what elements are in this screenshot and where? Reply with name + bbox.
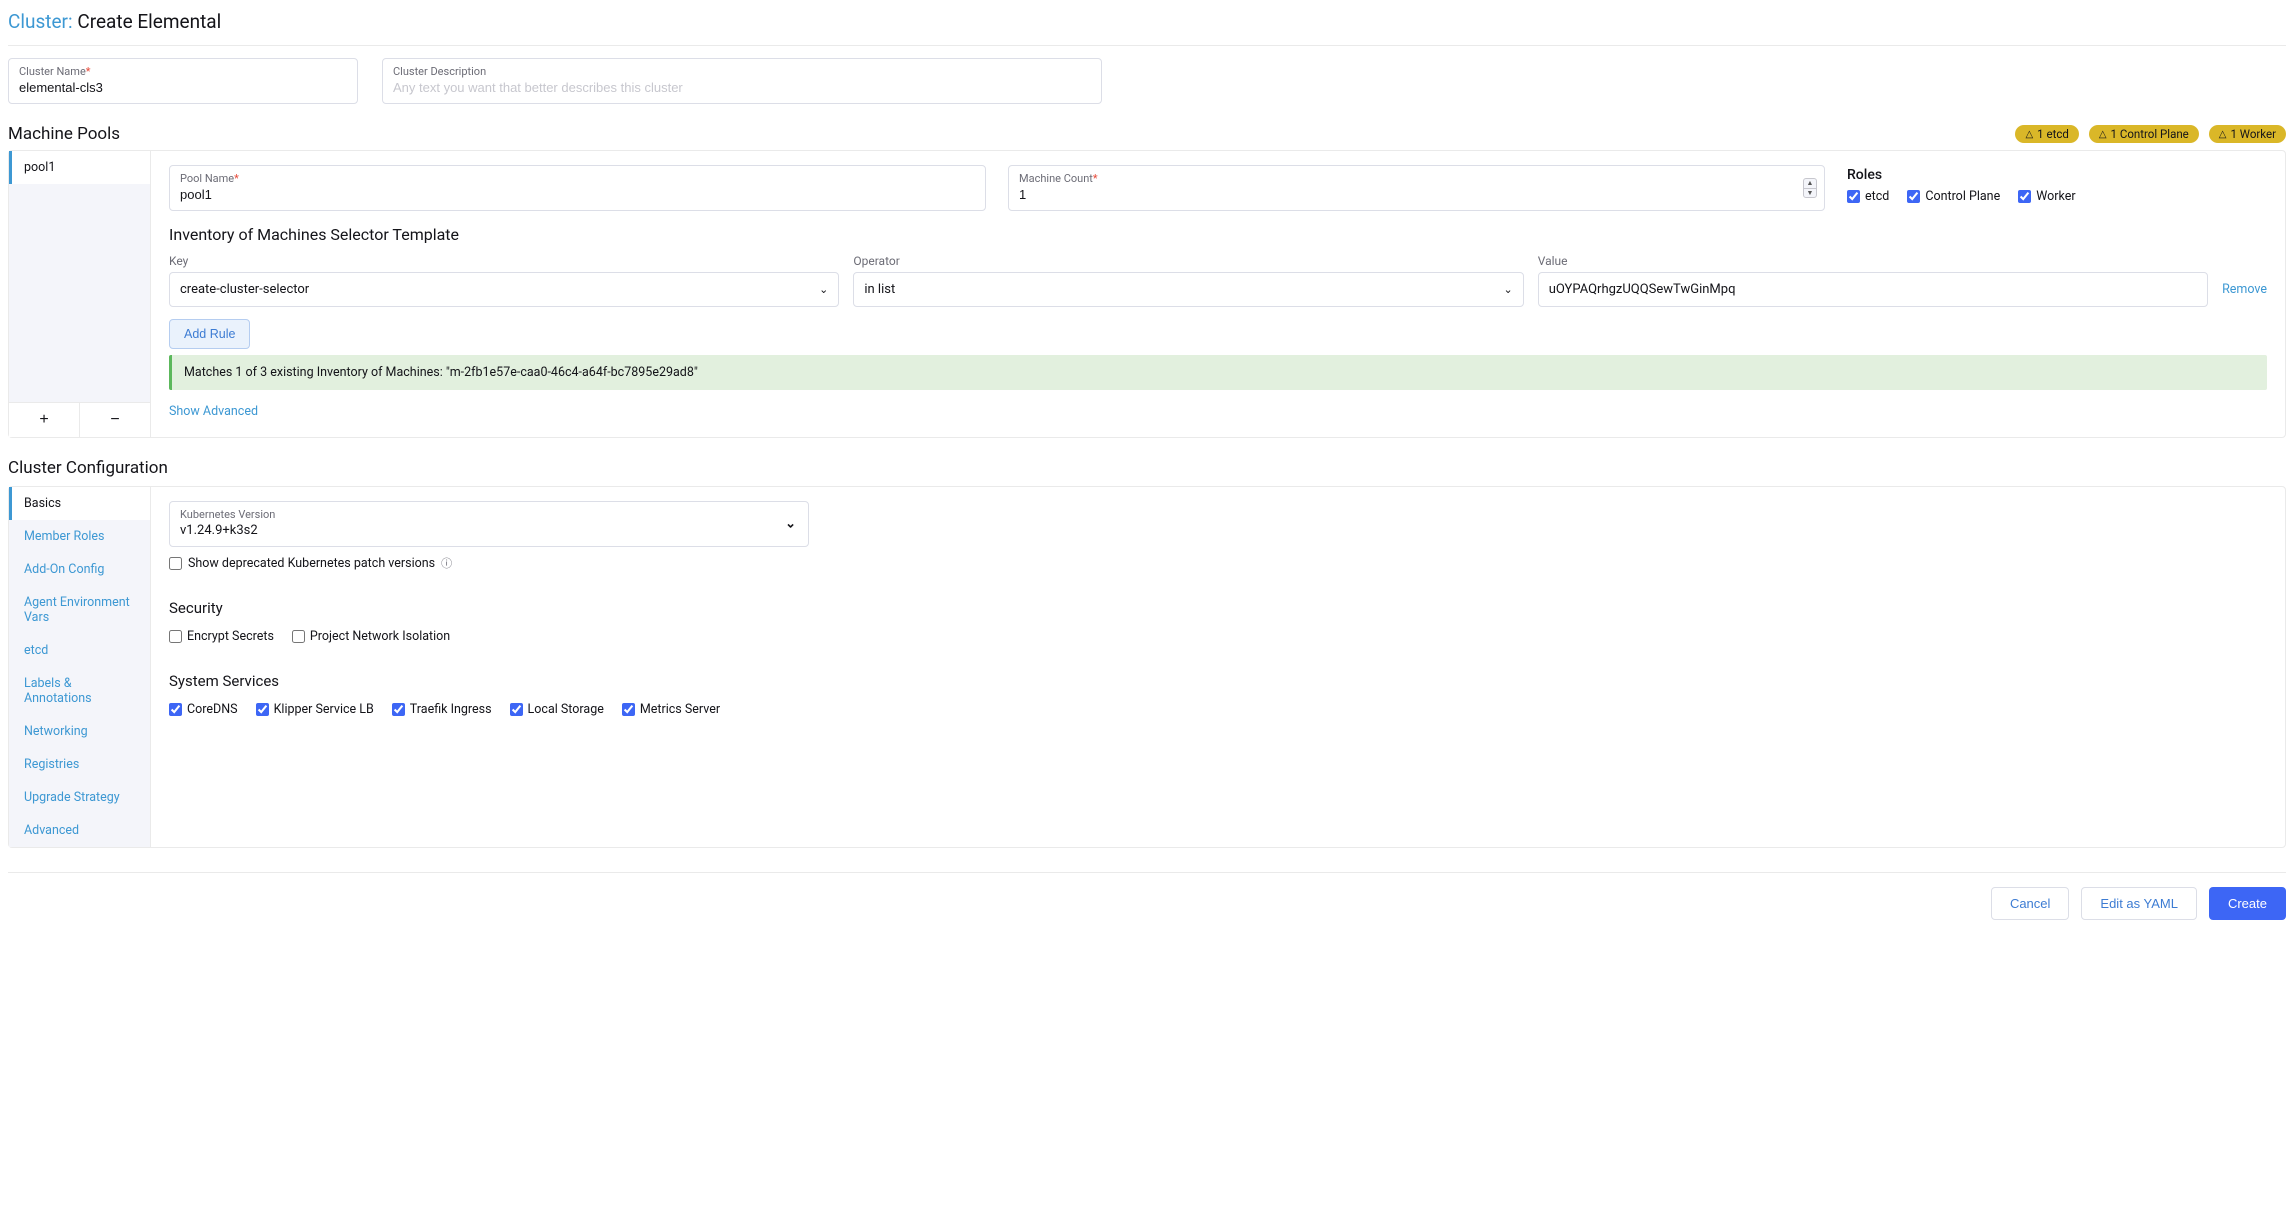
machine-count-input[interactable]: Machine Count* ▲ ▼ <box>1008 165 1825 211</box>
klipper-checkbox[interactable]: Klipper Service LB <box>256 702 374 717</box>
page-title: Cluster: Create Elemental <box>8 10 2286 33</box>
add-rule-button[interactable]: Add Rule <box>169 319 250 349</box>
security-title: Security <box>169 599 2267 617</box>
title-text: Create Elemental <box>77 10 221 33</box>
metrics-checkbox[interactable]: Metrics Server <box>622 702 720 717</box>
info-icon: ⓘ <box>441 555 452 571</box>
k8s-version-value: v1.24.9+k3s2 <box>180 523 778 538</box>
tab-member-roles[interactable]: Member Roles <box>9 520 150 553</box>
config-section: Cluster Configuration Basics Member Role… <box>8 458 2286 848</box>
machine-count-label: Machine Count* <box>1019 172 1814 185</box>
remove-rule-link[interactable]: Remove <box>2222 282 2267 307</box>
tab-advanced[interactable]: Advanced <box>9 814 150 847</box>
coredns-checkbox[interactable]: CoreDNS <box>169 702 238 717</box>
title-prefix: Cluster: <box>8 10 73 33</box>
pool-name-label: Pool Name* <box>180 172 975 185</box>
tab-agent-env[interactable]: Agent Environment Vars <box>9 586 150 634</box>
matches-banner: Matches 1 of 3 existing Inventory of Mac… <box>169 355 2267 390</box>
deprecated-checkbox[interactable]: Show deprecated Kubernetes patch version… <box>169 555 809 571</box>
key-value: create-cluster-selector <box>180 282 309 297</box>
pools-title: Machine Pools <box>8 124 120 144</box>
k8s-version-select[interactable]: Kubernetes Version v1.24.9+k3s2 ⌄ <box>169 501 809 547</box>
pool-tabs: pool1 + − <box>9 151 151 437</box>
config-body: Kubernetes Version v1.24.9+k3s2 ⌄ Show d… <box>151 487 2285 847</box>
tab-labels[interactable]: Labels & Annotations <box>9 667 150 715</box>
badge-etcd: 1 etcd <box>2015 125 2078 143</box>
role-cp-checkbox[interactable]: Control Plane <box>1907 189 2000 204</box>
inventory-title: Inventory of Machines Selector Template <box>169 225 2267 244</box>
chevron-down-icon: ⌄ <box>785 517 796 532</box>
tab-registries[interactable]: Registries <box>9 748 150 781</box>
cluster-name-field[interactable] <box>19 80 347 95</box>
traefik-checkbox[interactable]: Traefik Ingress <box>392 702 492 717</box>
services-block: System Services CoreDNS Klipper Service … <box>169 672 2267 717</box>
edit-yaml-button[interactable]: Edit as YAML <box>2081 887 2197 920</box>
project-isolation-checkbox[interactable]: Project Network Isolation <box>292 629 450 644</box>
cancel-button[interactable]: Cancel <box>1991 887 2069 920</box>
encrypt-secrets-checkbox[interactable]: Encrypt Secrets <box>169 629 274 644</box>
k8s-version-label: Kubernetes Version <box>180 508 778 521</box>
tab-etcd[interactable]: etcd <box>9 634 150 667</box>
create-button[interactable]: Create <box>2209 887 2286 920</box>
pool-badges: 1 etcd 1 Control Plane 1 Worker <box>2015 125 2286 143</box>
page-header: Cluster: Create Elemental <box>8 6 2286 46</box>
badge-control-plane: 1 Control Plane <box>2089 125 2199 143</box>
chevron-down-icon: ⌄ <box>819 283 828 296</box>
pool-name-field[interactable] <box>180 187 975 202</box>
tab-basics[interactable]: Basics <box>9 487 150 520</box>
pool-tab-pool1[interactable]: pool1 <box>9 151 150 184</box>
operator-value: in list <box>864 282 895 297</box>
cluster-name-input[interactable]: Cluster Name* <box>8 58 358 104</box>
config-title: Cluster Configuration <box>8 458 2286 478</box>
pool-name-input[interactable]: Pool Name* <box>169 165 986 211</box>
chevron-down-icon: ⌄ <box>1504 283 1513 296</box>
pools-section-head: Machine Pools 1 etcd 1 Control Plane 1 W… <box>8 124 2286 144</box>
value-input[interactable]: uOYPAQrhgzUQQSewTwGinMpq <box>1538 272 2208 307</box>
cluster-desc-input[interactable]: Cluster Description <box>382 58 1102 104</box>
tab-upgrade[interactable]: Upgrade Strategy <box>9 781 150 814</box>
operator-select[interactable]: in list ⌄ <box>853 272 1523 307</box>
key-label: Key <box>169 254 839 268</box>
security-block: Security Encrypt Secrets Project Network… <box>169 599 2267 644</box>
tab-addon-config[interactable]: Add-On Config <box>9 553 150 586</box>
roles-title: Roles <box>1847 165 2267 183</box>
footer: Cancel Edit as YAML Create <box>8 872 2286 920</box>
cluster-fields: Cluster Name* Cluster Description <box>8 58 2286 104</box>
role-etcd-checkbox[interactable]: etcd <box>1847 189 1889 204</box>
value-label: Value <box>1538 254 2208 268</box>
roles-block: Roles etcd Control Plane Worker <box>1847 165 2267 204</box>
cluster-desc-field[interactable] <box>393 80 1091 95</box>
operator-label: Operator <box>853 254 1523 268</box>
cluster-desc-label: Cluster Description <box>393 65 1091 78</box>
cluster-name-label: Cluster Name* <box>19 65 347 78</box>
pool-body: Pool Name* Machine Count* ▲ ▼ Roles etcd <box>151 151 2285 437</box>
config-tabs: Basics Member Roles Add-On Config Agent … <box>9 487 151 847</box>
selector-row: Key create-cluster-selector ⌄ Operator i… <box>169 254 2267 307</box>
add-pool-button[interactable]: + <box>9 403 80 437</box>
tab-networking[interactable]: Networking <box>9 715 150 748</box>
stepper-down-icon[interactable]: ▼ <box>1804 189 1816 198</box>
config-panel: Basics Member Roles Add-On Config Agent … <box>8 486 2286 848</box>
show-advanced-link[interactable]: Show Advanced <box>169 404 258 419</box>
services-title: System Services <box>169 672 2267 690</box>
pool-tab-actions: + − <box>9 402 150 437</box>
remove-pool-button[interactable]: − <box>80 403 150 437</box>
localstorage-checkbox[interactable]: Local Storage <box>510 702 604 717</box>
machine-count-stepper[interactable]: ▲ ▼ <box>1803 178 1817 198</box>
pools-panel: pool1 + − Pool Name* Machine Count* ▲ ▼ <box>8 150 2286 438</box>
badge-worker: 1 Worker <box>2209 125 2286 143</box>
key-select[interactable]: create-cluster-selector ⌄ <box>169 272 839 307</box>
machine-count-field[interactable] <box>1019 187 1814 202</box>
role-worker-checkbox[interactable]: Worker <box>2018 189 2075 204</box>
value-text: uOYPAQrhgzUQQSewTwGinMpq <box>1549 282 1736 297</box>
stepper-up-icon[interactable]: ▲ <box>1804 179 1816 189</box>
